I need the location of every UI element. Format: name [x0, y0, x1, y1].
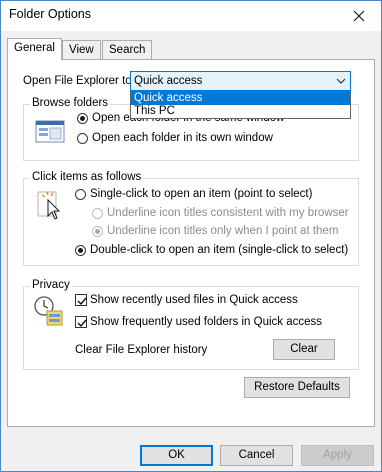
click-items-title: Click items as follows — [30, 171, 144, 183]
cancel-button[interactable]: Cancel — [220, 445, 293, 466]
underline-browser-label: Underline icon titles consistent with my… — [107, 207, 349, 219]
dropdown-item-this-pc[interactable]: This PC — [131, 105, 350, 118]
dropdown-item-quick-access[interactable]: Quick access — [131, 92, 350, 105]
radio-underline-point[interactable] — [92, 226, 103, 237]
close-icon — [353, 10, 365, 22]
title-bar: Folder Options — [1, 1, 381, 31]
open-explorer-combobox[interactable]: Quick access — [130, 71, 351, 91]
clear-history-label: Clear File Explorer history — [75, 344, 208, 356]
privacy-clock-icon — [34, 296, 63, 326]
apply-button[interactable]: Apply — [301, 445, 374, 466]
radio-single-click[interactable] — [75, 189, 86, 200]
clear-button[interactable]: Clear — [273, 339, 335, 360]
chevron-down-icon — [336, 78, 346, 84]
single-click-label: Single-click to open an item (point to s… — [90, 188, 313, 200]
open-explorer-dropdown: Quick access This PC — [130, 91, 351, 119]
checkbox-recent-files[interactable] — [75, 294, 87, 306]
recent-files-label: Show recently used files in Quick access — [90, 294, 298, 306]
radio-double-click[interactable] — [75, 245, 86, 256]
ok-button[interactable]: OK — [140, 445, 213, 466]
combobox-value: Quick access — [134, 75, 203, 87]
close-button[interactable] — [337, 1, 381, 31]
frequent-folders-label: Show frequently used folders in Quick ac… — [90, 316, 323, 328]
tab-search[interactable]: Search — [102, 40, 153, 59]
radio-underline-browser[interactable] — [92, 208, 103, 219]
tab-view[interactable]: View — [62, 40, 101, 59]
checkmark-icon — [77, 297, 87, 306]
browse-folders-icon — [35, 120, 65, 143]
tab-general[interactable]: General — [7, 38, 62, 60]
window-title: Folder Options — [9, 7, 91, 21]
radio-same-window[interactable] — [77, 113, 88, 124]
click-pointer-icon — [37, 191, 61, 220]
restore-defaults-button[interactable]: Restore Defaults — [244, 377, 350, 398]
radio-own-window[interactable] — [77, 133, 88, 144]
double-click-label: Double-click to open an item (single-cli… — [90, 244, 349, 256]
open-explorer-label: Open File Explorer to: — [23, 75, 135, 87]
checkmark-icon — [77, 319, 87, 328]
own-window-label: Open each folder in its own window — [92, 132, 273, 144]
folder-options-window: Folder Options General View Search Open … — [0, 0, 382, 472]
privacy-title: Privacy — [30, 279, 72, 291]
browse-folders-title: Browse folders — [30, 97, 111, 109]
underline-point-label: Underline icon titles only when I point … — [107, 225, 339, 237]
checkbox-frequent-folders[interactable] — [75, 316, 87, 328]
